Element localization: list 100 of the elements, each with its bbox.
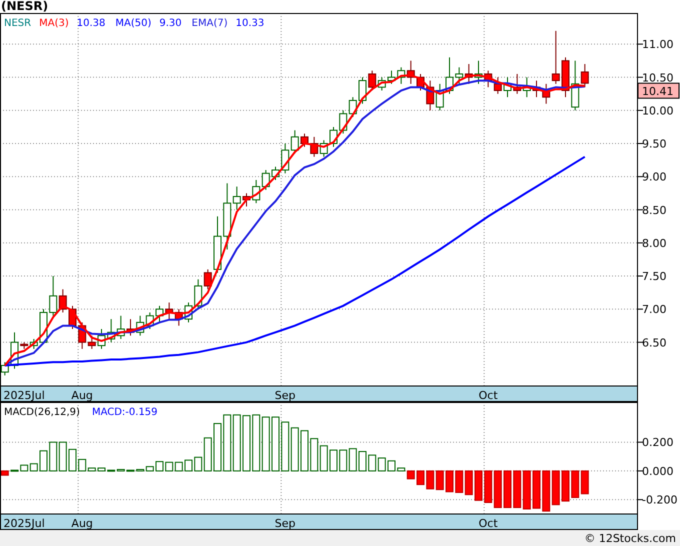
date-label: Oct (478, 389, 498, 402)
axis-label: 7.00 (642, 303, 666, 316)
candlestick (330, 126, 338, 148)
macd-bar (532, 470, 540, 509)
candlestick (116, 315, 125, 340)
candlestick (455, 66, 464, 84)
macd-bar (223, 414, 232, 472)
candlestick (184, 302, 192, 323)
macd-bar (388, 460, 396, 472)
axis-label: 8.50 (642, 204, 666, 217)
macd-bar (165, 462, 174, 472)
price-badge: 10.41 (638, 82, 680, 99)
macd-bar (300, 430, 308, 472)
candlestick (165, 302, 174, 320)
candlestick (388, 70, 396, 84)
candlestick (146, 312, 154, 330)
macd-bar (214, 423, 222, 472)
macd-bar (522, 470, 531, 510)
date-label: 2025Jul (4, 389, 45, 402)
macd-bar (358, 451, 366, 472)
legend-text: NESR (4, 18, 32, 29)
date-label: Sep (274, 517, 296, 530)
macd-bar (174, 462, 183, 472)
date-label: Oct (478, 517, 498, 530)
macd-bar (10, 470, 18, 472)
candlestick (242, 192, 250, 207)
macd-bar (426, 470, 434, 490)
axis-label: 7.50 (642, 270, 666, 284)
legend-value: 10.38 (76, 18, 106, 29)
candlestick (474, 60, 482, 84)
candlestick (406, 60, 415, 84)
macd-bar (348, 448, 357, 472)
macd-bar (513, 470, 522, 508)
candlestick (252, 179, 260, 204)
macd-bar (474, 470, 482, 501)
macd-bar (571, 470, 580, 498)
candlestick (339, 110, 348, 134)
candlestick (156, 305, 164, 323)
axis-label: 6.50 (642, 336, 666, 350)
candlestick (320, 140, 328, 158)
legend-text: MA(50) (115, 18, 152, 29)
macd-bar (262, 416, 270, 472)
macd-bar (30, 463, 38, 472)
macd-bar (378, 458, 386, 472)
candlestick (426, 80, 434, 111)
candlestick (348, 96, 357, 118)
macd-bar (320, 445, 328, 472)
legend-value: 9.30 (159, 18, 182, 29)
axis-label: 10.00 (642, 104, 674, 118)
axis-label: 9.00 (642, 170, 666, 184)
macd-bar (272, 416, 280, 472)
macd-bar (446, 470, 454, 492)
candlestick (358, 76, 366, 104)
macd-bar (339, 450, 348, 472)
candlestick (522, 76, 531, 98)
candlestick (513, 73, 522, 94)
legend-text: MA(3) (39, 18, 69, 29)
macd-bar (281, 422, 290, 472)
candlestick (0, 362, 9, 376)
legend-text: MACD(26,12,9) (4, 407, 80, 418)
candlestick (68, 305, 76, 330)
axis-label: 0.000 (642, 464, 674, 478)
macd-bar (242, 415, 250, 472)
macd-bar (290, 427, 299, 472)
candlestick (10, 332, 18, 370)
macd-bar (484, 470, 492, 504)
candlestick (562, 56, 570, 98)
candlestick (262, 170, 270, 190)
macd-bar (330, 450, 338, 472)
legend-text: MACD:-0.159 (92, 407, 158, 418)
candlestick (494, 76, 502, 94)
candlestick (532, 80, 540, 98)
macd-bar (580, 470, 589, 494)
candlestick (464, 64, 473, 84)
macd-bar (58, 442, 67, 472)
candlestick (272, 166, 280, 180)
legend-value: 10.33 (236, 18, 264, 29)
macd-bar (504, 470, 512, 508)
candlestick (310, 136, 318, 158)
macd-bar (0, 470, 9, 476)
macd-bar (49, 442, 58, 472)
macd-bar (562, 470, 570, 502)
macd-bar (126, 470, 134, 472)
axis-label: 8.00 (642, 236, 666, 250)
macd-bar (416, 470, 424, 486)
macd-bar (68, 448, 76, 472)
macd-bar (436, 470, 444, 490)
candlestick (214, 216, 222, 274)
macd-bar (464, 470, 473, 496)
macd-bar (455, 470, 464, 493)
macd-bar (184, 460, 192, 472)
date-label: Aug (71, 389, 93, 402)
candlestick (436, 83, 444, 111)
candlestick (484, 70, 492, 88)
candlestick (446, 56, 454, 94)
macd-bar (368, 454, 376, 472)
axis-label: 10.50 (642, 71, 674, 84)
macd-bar (552, 470, 560, 506)
macd-bar (40, 450, 48, 472)
candlestick (98, 328, 106, 350)
